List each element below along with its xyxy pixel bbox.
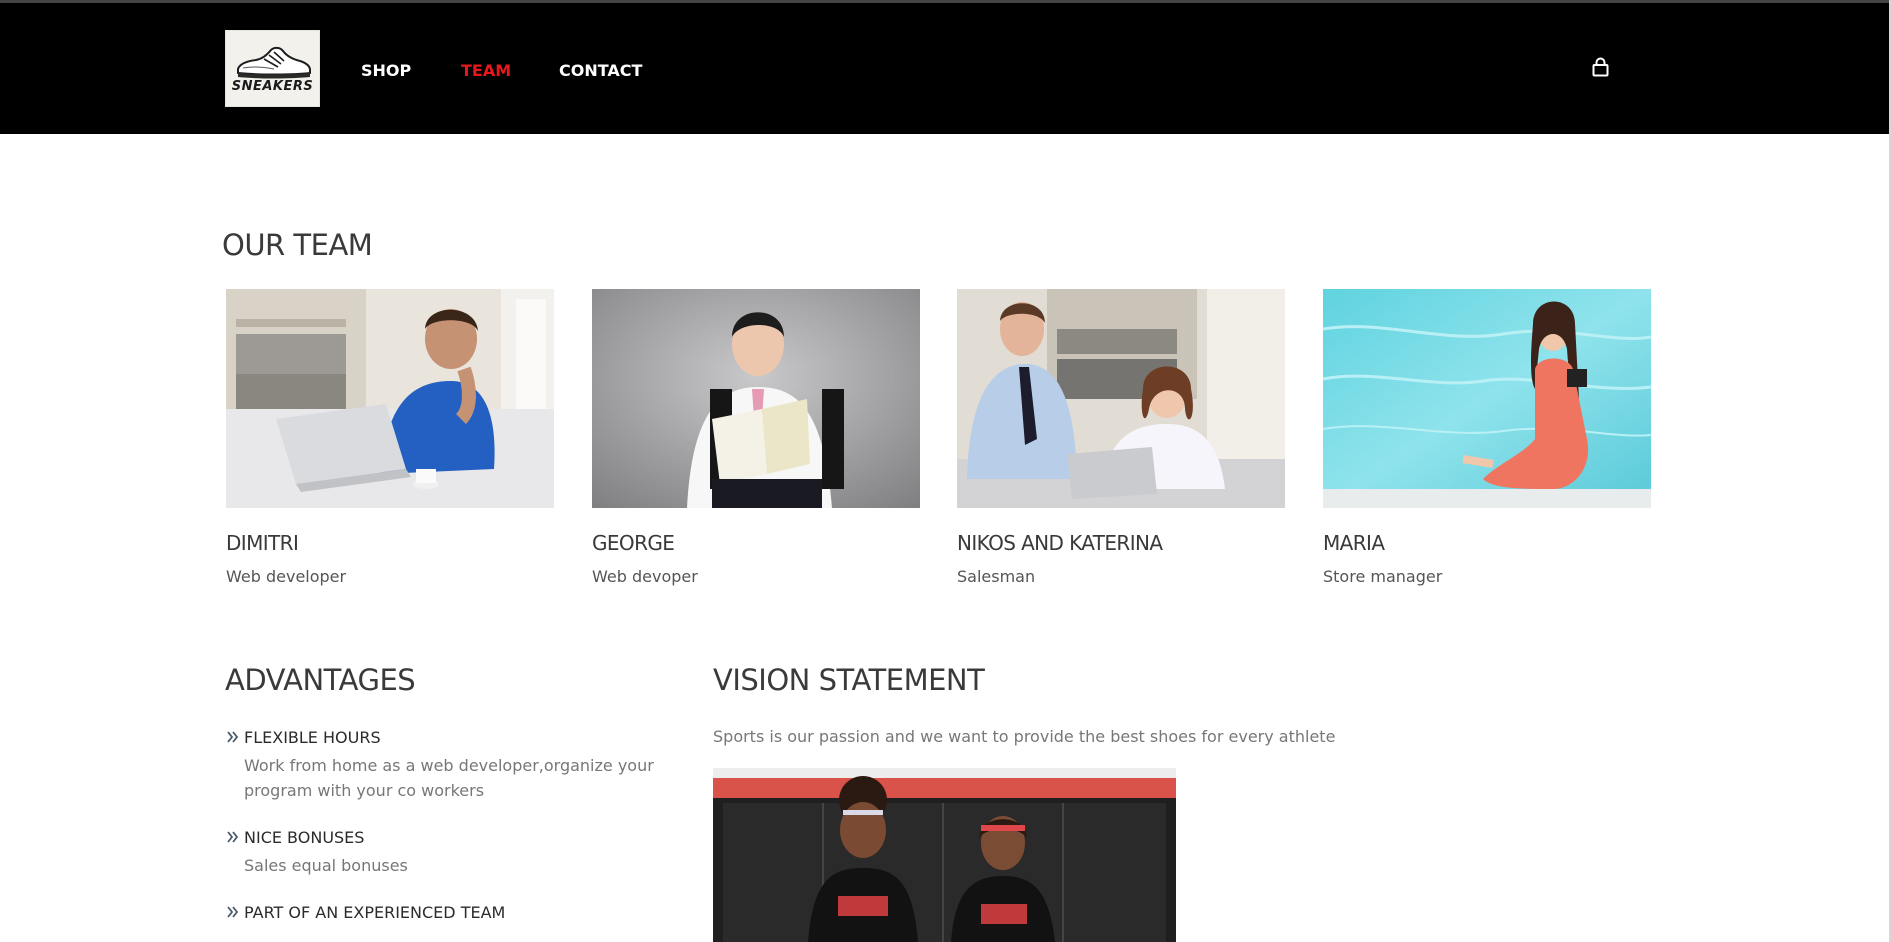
sneaker-icon	[237, 46, 311, 79]
double-chevron-right-icon	[227, 906, 239, 918]
advantage-title: PART OF AN EXPERIENCED TEAM	[244, 903, 506, 922]
nav-contact[interactable]: CONTACT	[559, 60, 642, 82]
nav-team[interactable]: TEAM	[461, 60, 511, 82]
team-member-card: GEORGE Web devoper	[592, 289, 920, 588]
our-team-heading: OUR TEAM	[222, 228, 373, 262]
team-member-name: NIKOS AND KATERINA	[957, 531, 1163, 555]
shopping-bag-icon[interactable]	[1592, 57, 1609, 77]
team-member-photo[interactable]	[957, 289, 1285, 508]
team-member-role: Web developer	[226, 567, 347, 586]
double-chevron-right-icon	[227, 731, 239, 743]
team-member-photo[interactable]	[226, 289, 554, 508]
advantages-heading: ADVANTAGES	[225, 663, 416, 697]
team-member-card: NIKOS AND KATERINA Salesman	[957, 289, 1285, 588]
team-member-name: GEORGE	[592, 531, 675, 555]
team-member-name: MARIA	[1323, 531, 1385, 555]
double-chevron-right-icon	[227, 831, 239, 843]
page: SNEAKERS SHOP TEAM CONTACT OUR TEAM DIMI…	[0, 0, 1891, 942]
advantage-title: FLEXIBLE HOURS	[244, 728, 381, 747]
advantage-item: FLEXIBLE HOURS Work from home as a web d…	[225, 727, 685, 803]
advantage-item: PART OF AN EXPERIENCED TEAM	[225, 902, 685, 924]
logo-text: SNEAKERS	[231, 79, 314, 94]
vision-photo	[713, 768, 1176, 942]
advantage-title: NICE BONUSES	[244, 828, 365, 847]
logo[interactable]: SNEAKERS	[225, 30, 320, 107]
team-member-photo[interactable]	[1323, 289, 1651, 508]
advantage-item: NICE BONUSES Sales equal bonuses	[225, 827, 685, 878]
team-member-name: DIMITRI	[226, 531, 299, 555]
advantage-text: Work from home as a web developer,organi…	[244, 756, 654, 800]
vision-text: Sports is our passion and we want to pro…	[713, 727, 1336, 746]
team-member-card: MARIA Store manager	[1323, 289, 1651, 588]
team-member-photo[interactable]	[592, 289, 920, 508]
advantages-list: FLEXIBLE HOURS Work from home as a web d…	[225, 727, 685, 942]
team-member-role: Store manager	[1323, 567, 1443, 586]
team-member-role: Web devoper	[592, 567, 698, 586]
team-member-card: DIMITRI Web developer	[226, 289, 554, 588]
vision-heading: VISION STATEMENT	[713, 663, 985, 697]
nav-shop[interactable]: SHOP	[361, 60, 411, 82]
team-member-role: Salesman	[957, 567, 1036, 586]
advantage-text: Sales equal bonuses	[244, 856, 408, 875]
site-header: SNEAKERS SHOP TEAM CONTACT	[0, 0, 1889, 134]
